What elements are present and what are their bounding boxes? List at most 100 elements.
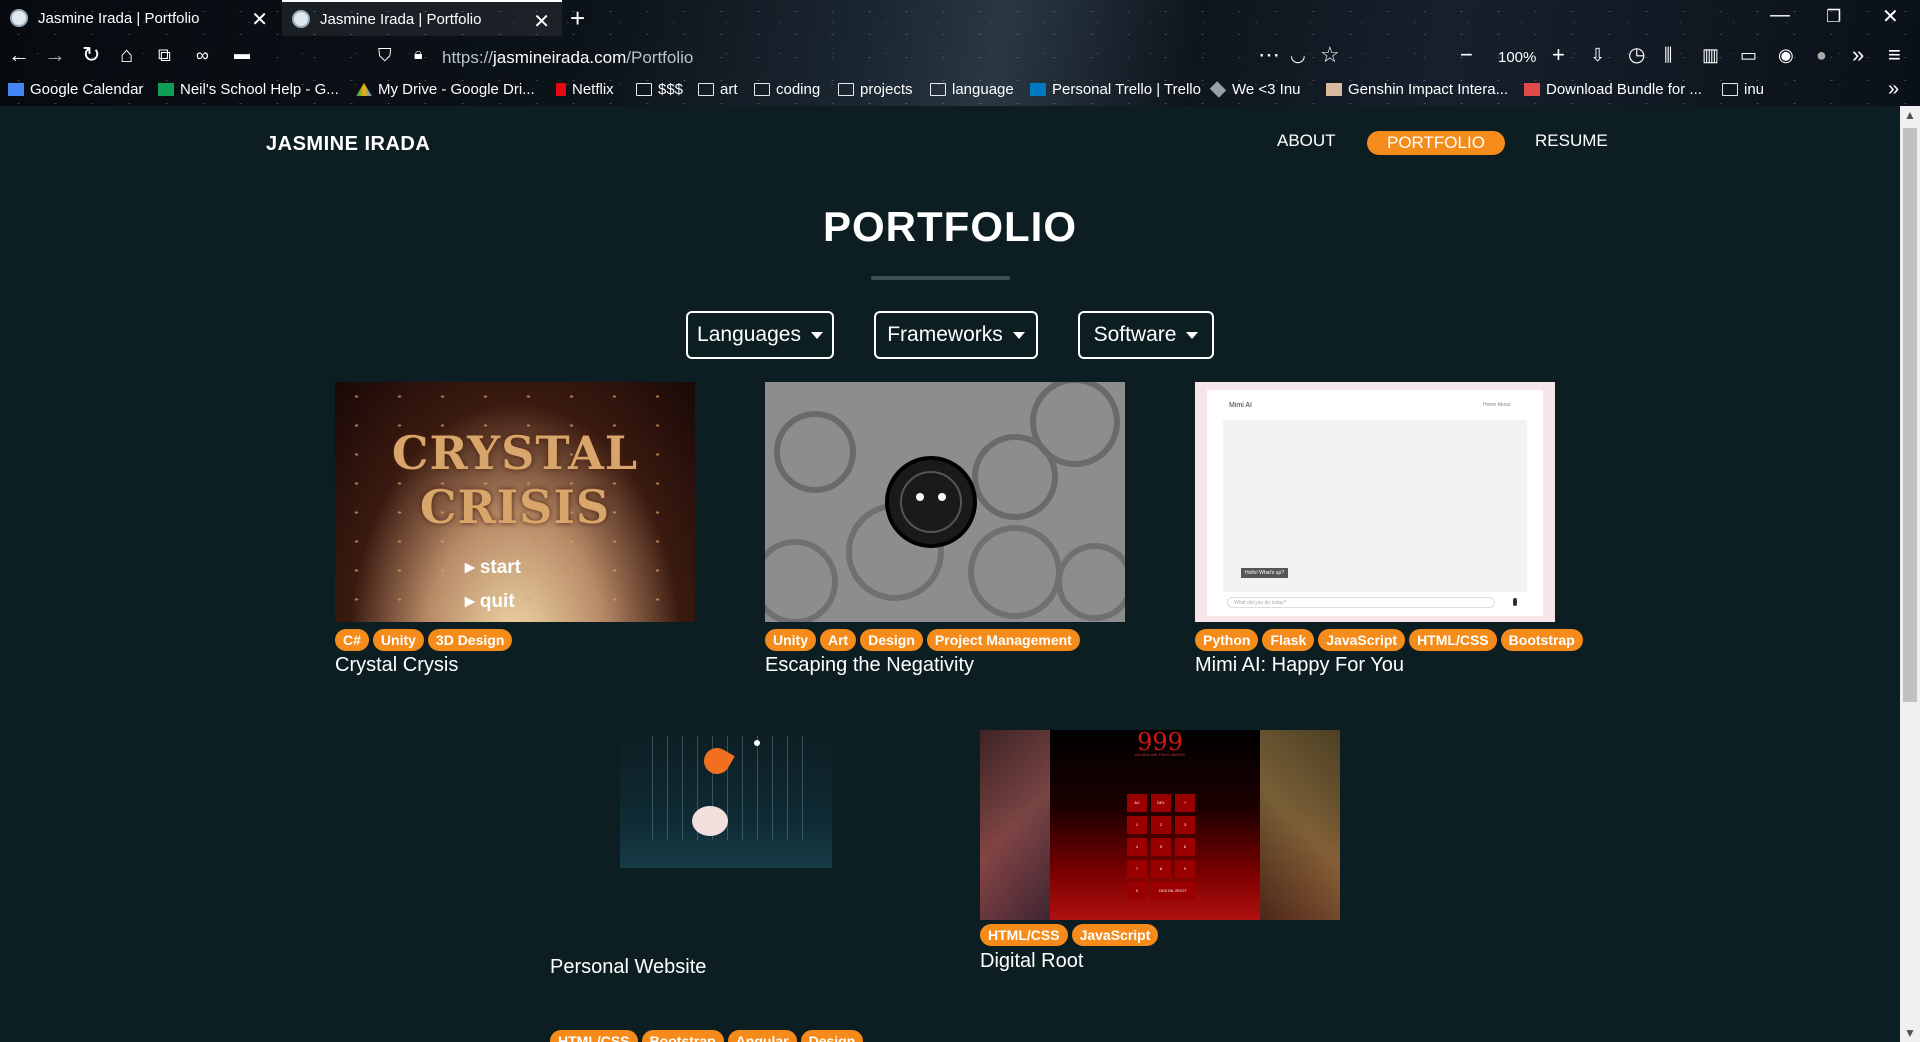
scrollbar-thumb[interactable]	[1903, 128, 1917, 702]
bookmark-item[interactable]: Genshin Impact Intera...	[1326, 81, 1508, 98]
tag[interactable]: HTML/CSS	[550, 1030, 638, 1042]
bookmark-label: Personal Trello | Trello	[1052, 81, 1201, 98]
private-mask-icon[interactable]: ∞	[196, 45, 209, 66]
tab-title: Jasmine Irada | Portfolio	[320, 10, 482, 28]
tag[interactable]: Bootstrap	[641, 1030, 724, 1042]
software-dropdown[interactable]: Software	[1078, 311, 1214, 359]
project-thumbnail[interactable]: CRYSTAL CRISIS ▸ start ▸ quit	[335, 382, 695, 622]
tab-2[interactable]: Jasmine Irada | Portfolio ✕	[282, 0, 562, 36]
folder-icon	[698, 83, 714, 96]
zoom-level[interactable]: 100%	[1498, 49, 1536, 66]
nav-resume[interactable]: RESUME	[1535, 131, 1608, 151]
tab-manager-icon[interactable]: ⧉	[158, 45, 171, 66]
bookmark-item[interactable]: Personal Trello | Trello	[1030, 81, 1201, 98]
bookmark-folder[interactable]: language	[930, 81, 1014, 98]
tag[interactable]: C#	[335, 629, 369, 651]
forward-icon[interactable]: →	[44, 42, 66, 68]
folder-toolbar-icon[interactable]: ▭	[1740, 45, 1757, 66]
bookmark-folder[interactable]: art	[698, 81, 738, 98]
overflow-icon[interactable]: »	[1852, 42, 1864, 68]
tag[interactable]: 3D Design	[427, 629, 513, 651]
reload-icon[interactable]: ↻	[82, 42, 100, 68]
netflix-icon	[556, 83, 566, 96]
tag[interactable]: JavaScript	[1318, 629, 1406, 651]
lock-icon[interactable]: 🔒︎	[414, 46, 423, 64]
new-tab-icon[interactable]: +	[570, 3, 585, 34]
frameworks-dropdown[interactable]: Frameworks	[874, 311, 1038, 359]
tag[interactable]: Bootstrap	[1500, 629, 1583, 651]
downloads-icon[interactable]: ⇩	[1590, 45, 1605, 66]
tag[interactable]: Flask	[1262, 629, 1315, 651]
bookmark-item[interactable]: My Drive - Google Dri...	[356, 81, 535, 98]
tag[interactable]: Angular	[727, 1030, 797, 1042]
project-title[interactable]: Mimi AI: Happy For You	[1195, 654, 1404, 677]
library-icon[interactable]: ⫼	[1664, 45, 1672, 66]
navigation-toolbar: ← → ↻ ⌂ ⧉ ∞ ▬ ⛉ 🔒︎ https://jasmineirada.…	[0, 40, 1920, 76]
tag[interactable]: HTML/CSS	[980, 924, 1068, 946]
tag[interactable]: Design	[800, 1030, 864, 1042]
tag[interactable]: JavaScript	[1071, 924, 1159, 946]
bookmark-item[interactable]: We <3 Inu	[1209, 81, 1301, 98]
history-icon[interactable]: ◷	[1628, 42, 1645, 67]
page-scrollbar[interactable]: ▲ ▼	[1900, 106, 1920, 1042]
nav-about[interactable]: ABOUT	[1277, 131, 1336, 151]
bookmark-folder[interactable]: coding	[754, 81, 820, 98]
project-thumbnail[interactable]: 999 AN ADD-ME-TOUS-ANGES AC DEL + 1 2 3 …	[980, 730, 1340, 920]
bookmark-label: Download Bundle for ...	[1546, 81, 1702, 98]
close-tab-icon[interactable]: ✕	[533, 9, 550, 34]
bookmark-item[interactable]: Neil's School Help - G...	[158, 81, 339, 98]
tag[interactable]: Unity	[372, 629, 424, 651]
bookmark-folder[interactable]: $$$	[636, 81, 683, 98]
thumbnail-menu-text: start	[479, 557, 522, 578]
tag[interactable]: Python	[1195, 629, 1259, 651]
restore-icon[interactable]: ❐	[1826, 7, 1841, 27]
laptop-icon[interactable]: ▬	[234, 46, 250, 64]
drive-icon	[356, 83, 372, 96]
tag[interactable]: Project Management	[926, 629, 1080, 651]
close-tab-icon[interactable]: ✕	[251, 7, 268, 32]
bookmark-item[interactable]: Download Bundle for ...	[1524, 81, 1702, 98]
tag[interactable]: HTML/CSS	[1409, 629, 1497, 651]
more-actions-icon[interactable]: ⋯	[1258, 42, 1280, 68]
tag[interactable]: Art	[820, 629, 857, 651]
scroll-down-icon[interactable]: ▼	[1904, 1026, 1916, 1040]
project-thumbnail[interactable]	[765, 382, 1125, 622]
menu-icon[interactable]: ≡	[1888, 42, 1901, 68]
minimize-icon[interactable]: —	[1770, 4, 1790, 27]
thumbnail-shadow	[620, 868, 832, 890]
bookmark-folder[interactable]: projects	[838, 81, 913, 98]
nav-portfolio[interactable]: PORTFOLIO	[1367, 131, 1505, 155]
bookmark-label: Google Calendar	[30, 81, 144, 98]
bookmark-star-icon[interactable]: ☆	[1320, 42, 1340, 68]
back-icon[interactable]: ←	[8, 42, 30, 68]
close-window-icon[interactable]: ✕	[1882, 4, 1899, 29]
site-brand[interactable]: JASMINE IRADA	[266, 133, 430, 156]
url-bar[interactable]: https://jasmineirada.com/Portfolio	[442, 48, 693, 68]
project-thumbnail[interactable]: Mimi AI Home About Hello! What's up? Wha…	[1195, 382, 1555, 622]
scroll-up-icon[interactable]: ▲	[1904, 108, 1916, 122]
tag[interactable]: Design	[860, 629, 923, 651]
project-title-personal-website[interactable]: Personal Website	[550, 956, 706, 979]
keypad-key: 8	[1151, 860, 1171, 878]
shield-icon[interactable]: ⛉	[378, 45, 392, 66]
project-thumbnail[interactable]	[620, 730, 832, 890]
project-title[interactable]: Crystal Crysis	[335, 654, 458, 677]
project-title[interactable]: Digital Root	[980, 950, 1083, 973]
bookmark-item[interactable]: Google Calendar	[8, 81, 143, 98]
tab-1[interactable]: Jasmine Irada | Portfolio ✕	[0, 0, 280, 36]
bookmark-label: language	[952, 81, 1014, 98]
project-tags: C# Unity 3D Design	[335, 629, 513, 651]
account-icon[interactable]: ◉	[1778, 45, 1794, 66]
home-icon[interactable]: ⌂	[120, 42, 133, 68]
zoom-out-icon[interactable]: −	[1460, 42, 1473, 68]
bookmark-item[interactable]: Netflix	[556, 81, 614, 98]
sidebar-icon[interactable]: ▥	[1702, 45, 1719, 66]
profile-icon[interactable]: ●	[1816, 45, 1827, 66]
tag[interactable]: Unity	[765, 629, 816, 651]
languages-dropdown[interactable]: Languages	[686, 311, 834, 359]
bookmark-folder[interactable]: inu	[1722, 81, 1764, 98]
pocket-icon[interactable]: ◡	[1290, 45, 1306, 66]
bookmarks-overflow-icon[interactable]: »	[1888, 78, 1899, 101]
project-title[interactable]: Escaping the Negativity	[765, 654, 974, 677]
zoom-in-icon[interactable]: +	[1552, 42, 1565, 68]
